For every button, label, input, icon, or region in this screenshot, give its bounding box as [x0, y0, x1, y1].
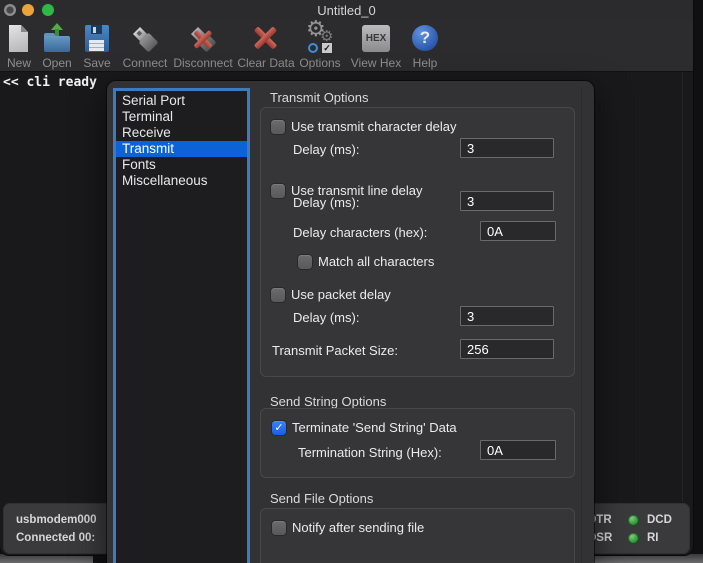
checkmark-icon: ✓ [274, 421, 284, 434]
char-delay-ms-field[interactable] [460, 138, 554, 158]
options-category-list[interactable]: Serial Port Terminal Receive Transmit Fo… [113, 88, 250, 563]
clear-data-x-icon [251, 23, 281, 55]
new-document-icon [4, 23, 34, 55]
help-question-icon: ? [410, 23, 440, 55]
use-packet-delay-label: Use packet delay [291, 287, 391, 302]
sidebar-item-receive[interactable]: Receive [116, 125, 247, 141]
usb-disconnect-icon [188, 23, 218, 55]
sidebar-item-transmit[interactable]: Transmit [116, 141, 247, 157]
toolbar-view-hex-label: View Hex [350, 56, 402, 70]
toolbar-new-button[interactable]: New [0, 23, 38, 70]
char-delay-ms-label: Delay (ms): [293, 142, 360, 157]
toolbar-options-label: Options [299, 56, 341, 70]
use-transmit-character-delay-label: Use transmit character delay [291, 119, 457, 134]
sidebar-item-serial-port[interactable]: Serial Port [116, 93, 247, 109]
background-window-edge-left [0, 554, 93, 563]
options-gears-icon: ⚙ ⚙ ✓ [306, 17, 334, 54]
send-file-options-group [260, 508, 575, 563]
delay-characters-hex-label: Delay characters (hex): [293, 225, 428, 240]
window-title: Untitled_0 [317, 3, 376, 18]
sidebar-item-fonts[interactable]: Fonts [116, 157, 247, 173]
line-delay-ms-field[interactable] [460, 191, 554, 211]
toolbar-open-button[interactable]: Open [35, 23, 79, 70]
sidebar-item-terminal[interactable]: Terminal [116, 109, 247, 125]
terminate-send-string-checkbox[interactable]: ✓ [272, 421, 286, 435]
status-connection: Connected 00: [16, 532, 96, 544]
sidebar-item-miscellaneous[interactable]: Miscellaneous [116, 173, 247, 189]
dcd-led-indicator [628, 515, 639, 526]
hex-icon: HEX [361, 23, 391, 55]
signal-ri-label: RI [647, 532, 659, 544]
packet-delay-ms-field[interactable] [460, 306, 554, 326]
toolbar-help-button[interactable]: ? Help [403, 23, 447, 70]
transmit-options-title: Transmit Options [270, 90, 369, 105]
delay-characters-hex-field[interactable] [480, 221, 556, 241]
use-packet-delay-checkbox[interactable] [271, 288, 285, 302]
terminal-divider [682, 72, 683, 502]
notify-after-sending-file-label: Notify after sending file [292, 520, 425, 535]
notify-after-sending-file-checkbox[interactable] [272, 521, 286, 535]
line-delay-ms-label: Delay (ms): [293, 195, 360, 210]
status-port: usbmodem000 [16, 514, 97, 526]
toolbar-help-label: Help [412, 56, 438, 70]
terminate-send-string-label: Terminate 'Send String' Data [292, 420, 457, 435]
termination-string-hex-label: Termination String (Hex): [298, 445, 442, 460]
terminal-status-text: << cli ready [3, 75, 97, 90]
toolbar-open-label: Open [42, 56, 72, 70]
toolbar: New Open Save Connect Disconnect Clear D… [0, 17, 693, 72]
send-file-options-title: Send File Options [270, 491, 374, 506]
usb-connect-icon [130, 23, 160, 55]
send-string-options-title: Send String Options [270, 394, 387, 409]
packet-delay-ms-label: Delay (ms): [293, 310, 360, 325]
match-all-characters-label: Match all characters [318, 254, 435, 269]
use-transmit-line-delay-checkbox[interactable] [271, 184, 285, 198]
open-folder-icon [42, 23, 72, 55]
toolbar-new-label: New [6, 56, 31, 70]
signal-dcd-label: DCD [647, 514, 672, 526]
save-floppy-icon [82, 23, 112, 55]
transmit-packet-size-label: Transmit Packet Size: [272, 343, 398, 358]
ri-led-indicator [628, 533, 639, 544]
toolbar-view-hex-button[interactable]: HEX View Hex [344, 23, 408, 70]
transmit-packet-size-field[interactable] [460, 339, 554, 359]
use-transmit-character-delay-checkbox[interactable] [271, 120, 285, 134]
toolbar-options-button[interactable]: ⚙ ⚙ ✓ Options [290, 17, 350, 70]
dialog-scroll-divider [581, 87, 582, 563]
title-bar: Untitled_0 [0, 0, 693, 21]
connection-options-dialog: Serial Port Terminal Receive Transmit Fo… [107, 81, 594, 563]
termination-string-hex-field[interactable] [480, 440, 556, 460]
match-all-characters-checkbox[interactable] [298, 255, 312, 269]
